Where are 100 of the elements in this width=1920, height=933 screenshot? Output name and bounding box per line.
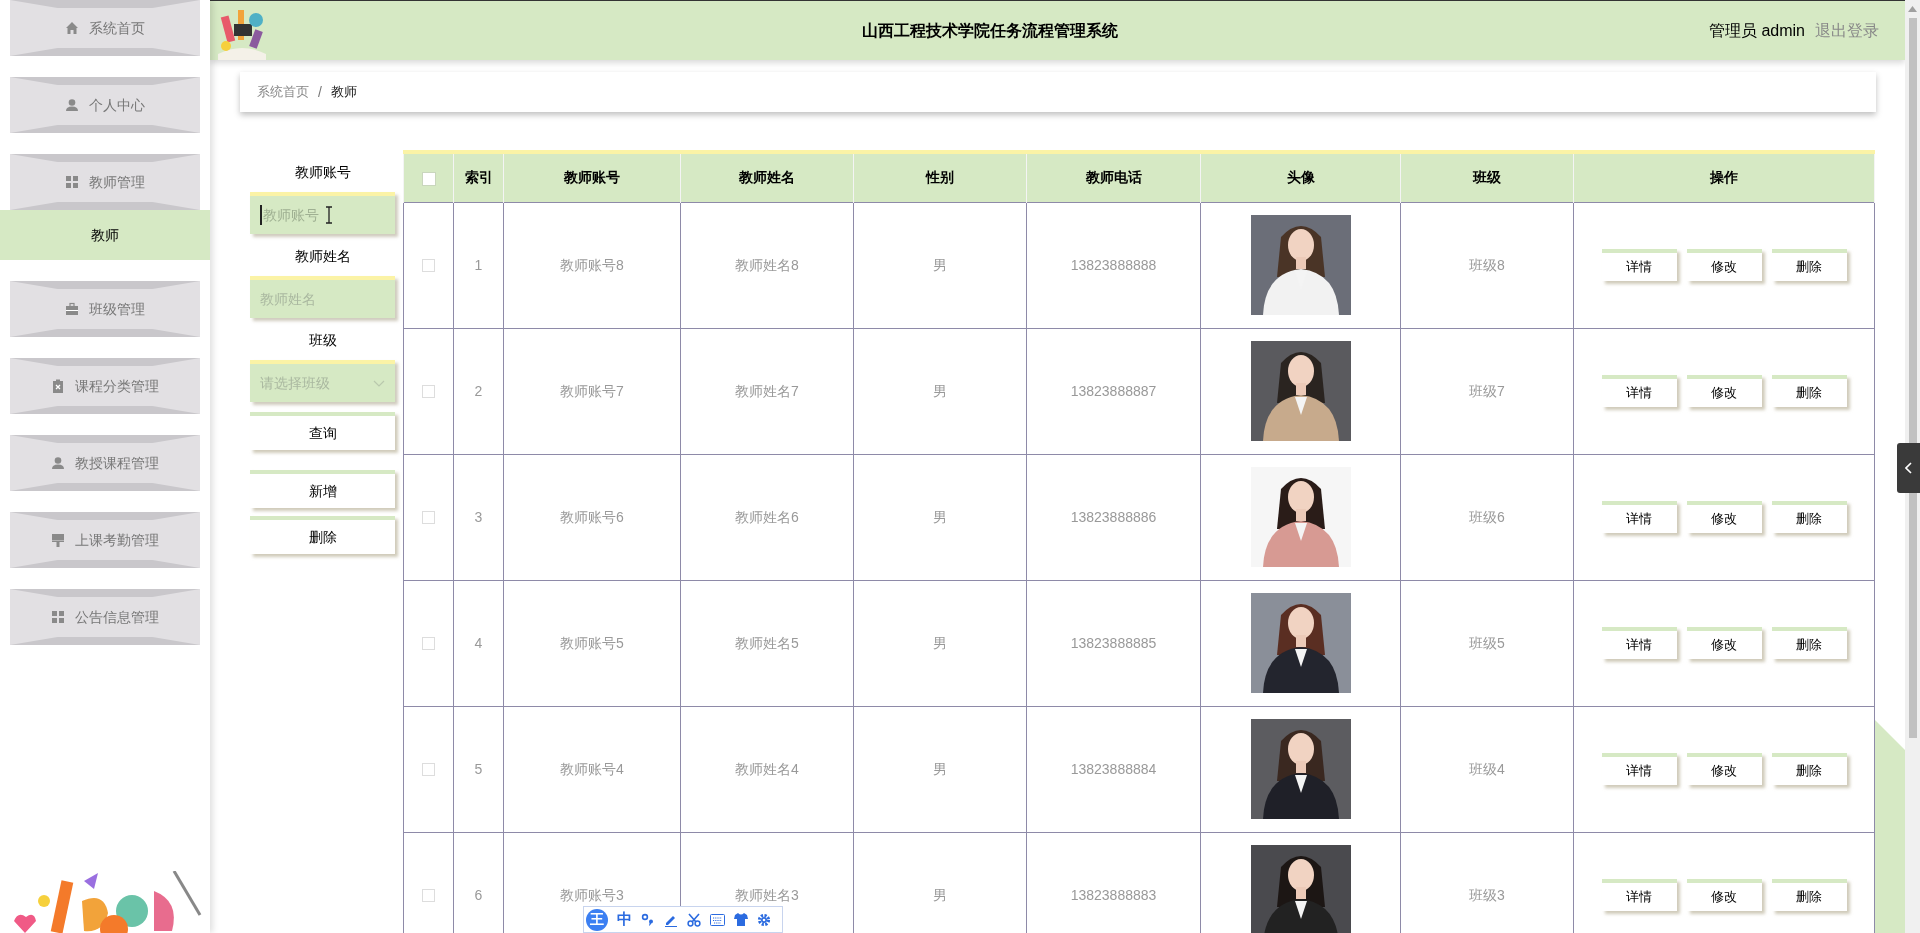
row-index: 3 (453, 454, 504, 580)
clipboard-icon (51, 379, 65, 393)
breadcrumb-link[interactable]: 系统首页 (257, 82, 309, 102)
table-cell: 教师姓名7 (680, 328, 854, 454)
action-button[interactable]: 详情 (1601, 501, 1677, 533)
action-button[interactable]: 详情 (1601, 879, 1677, 911)
action-button[interactable]: 修改 (1686, 627, 1762, 659)
chevron-left-icon (1905, 462, 1912, 474)
action-button[interactable]: 详情 (1601, 249, 1677, 281)
grid-icon (51, 610, 65, 624)
action-button[interactable]: 删除 (1771, 753, 1847, 785)
grid-icon (65, 175, 79, 189)
row-checkbox[interactable] (422, 889, 435, 903)
sidebar-item[interactable]: 个人中心 (10, 77, 200, 133)
scrollbar[interactable] (1905, 0, 1920, 933)
scroll-thumb[interactable] (1908, 18, 1917, 738)
column-header: 索引 (453, 152, 504, 202)
column-header: 操作 (1573, 152, 1875, 202)
table-cell: 班级6 (1400, 454, 1574, 580)
row-checkbox[interactable] (422, 637, 435, 651)
table-cell: 教师账号8 (503, 202, 681, 328)
table-cell: 教师账号7 (503, 328, 681, 454)
column-header: 教师电话 (1026, 152, 1201, 202)
ime-mode-button[interactable]: 中 (617, 908, 632, 931)
action-button[interactable]: 删除 (1771, 375, 1847, 407)
table-cell: 13823888887 (1026, 328, 1201, 454)
action-button[interactable]: 删除 (1771, 627, 1847, 659)
table-cell: 教师账号4 (503, 706, 681, 832)
field-label: 教师账号 (293, 163, 352, 182)
filter-button[interactable]: 新增 (250, 470, 395, 508)
shirt-icon[interactable] (734, 913, 748, 926)
table-cell: 13823888888 (1026, 202, 1201, 328)
breadcrumb-separator: / (318, 82, 322, 102)
row-checkbox[interactable] (422, 385, 435, 399)
home-icon (65, 21, 79, 35)
table-cell: 教师姓名4 (680, 706, 854, 832)
filter-button[interactable]: 删除 (250, 516, 395, 554)
user-icon (65, 98, 79, 112)
table-cell: 教师姓名5 (680, 580, 854, 706)
action-button[interactable]: 修改 (1686, 375, 1762, 407)
settings-icon[interactable] (757, 912, 771, 927)
scissors-icon[interactable] (687, 912, 701, 927)
sidebar-subitem[interactable]: 教师 (0, 210, 210, 260)
keyboard-icon[interactable] (710, 913, 725, 926)
action-button[interactable]: 详情 (1601, 627, 1677, 659)
action-button[interactable]: 详情 (1601, 753, 1677, 785)
sign-icon (51, 533, 65, 547)
row-index: 1 (453, 202, 504, 328)
sidebar-item[interactable]: 教授课程管理 (10, 435, 200, 491)
column-header: 性别 (853, 152, 1027, 202)
sidebar-item[interactable]: 教师管理 (10, 154, 200, 210)
table-cell: 男 (853, 454, 1027, 580)
user-label: 管理员 admin (1708, 20, 1805, 41)
column-header: 教师账号 (503, 152, 681, 202)
action-button[interactable]: 删除 (1771, 501, 1847, 533)
row-index: 4 (453, 580, 504, 706)
action-button[interactable]: 删除 (1771, 879, 1847, 911)
table-cell: 教师姓名6 (680, 454, 854, 580)
row-index: 2 (453, 328, 504, 454)
table-cell: 男 (853, 580, 1027, 706)
sidebar-item[interactable]: 班级管理 (10, 281, 200, 337)
chevron-down-icon (373, 379, 385, 387)
sidebar-item[interactable]: 公告信息管理 (10, 589, 200, 645)
column-header: 头像 (1200, 152, 1401, 202)
filter-button[interactable]: 查询 (250, 412, 395, 450)
action-button[interactable]: 修改 (1686, 501, 1762, 533)
table-cell: 班级5 (1400, 580, 1574, 706)
row-checkbox[interactable] (422, 259, 435, 273)
sidebar-item[interactable]: 上课考勤管理 (10, 512, 200, 568)
row-checkbox[interactable] (422, 763, 435, 777)
action-button[interactable]: 修改 (1686, 249, 1762, 281)
row-index: 5 (453, 706, 504, 832)
ime-logo[interactable]: 王 (586, 908, 608, 931)
action-button[interactable]: 修改 (1686, 753, 1762, 785)
punctuation-icon[interactable] (641, 912, 655, 927)
text-caret (260, 205, 262, 225)
table-cell: 教师账号6 (503, 454, 681, 580)
action-button[interactable]: 删除 (1771, 249, 1847, 281)
breadcrumb-link[interactable]: 教师 (330, 82, 357, 102)
table-cell: 班级8 (1400, 202, 1574, 328)
app-title: 山西工程技术学院任务流程管理系统 (861, 20, 1120, 41)
table-cell: 班级7 (1400, 328, 1574, 454)
action-button[interactable]: 修改 (1686, 879, 1762, 911)
column-header: 教师姓名 (680, 152, 854, 202)
table-cell: 13823888886 (1026, 454, 1201, 580)
table-cell: 13823888884 (1026, 706, 1201, 832)
field-label: 教师姓名 (293, 247, 352, 266)
text-cursor-icon (325, 206, 333, 224)
table-cell: 男 (853, 328, 1027, 454)
table-cell: 教师姓名8 (680, 202, 854, 328)
user-icon (51, 456, 65, 470)
select-all-checkbox[interactable] (421, 171, 436, 186)
action-button[interactable]: 详情 (1601, 375, 1677, 407)
field-label: 班级 (307, 331, 338, 350)
sidebar-item[interactable]: 课程分类管理 (10, 358, 200, 414)
collapse-handle[interactable] (1897, 443, 1920, 493)
row-checkbox[interactable] (422, 511, 435, 525)
table-cell: 男 (853, 706, 1027, 832)
sidebar-item[interactable]: 系统首页 (10, 0, 200, 56)
table-cell: 班级4 (1400, 706, 1574, 832)
